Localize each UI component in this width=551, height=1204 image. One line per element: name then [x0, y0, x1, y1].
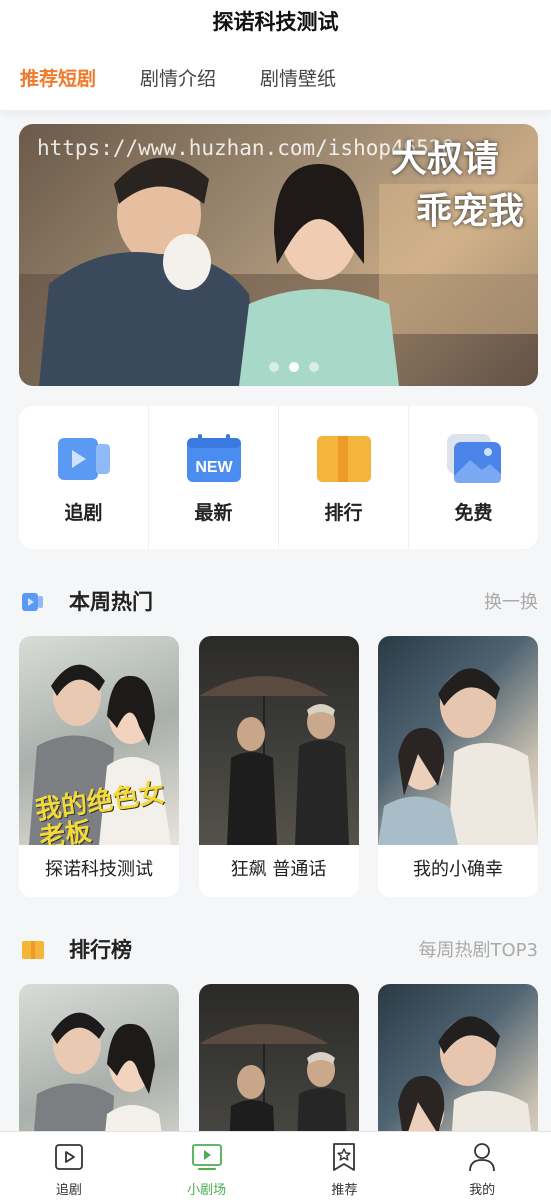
drama-title: 我的小确幸 — [413, 859, 503, 880]
quick-item-label: 最新 — [194, 502, 233, 524]
quick-item-follow[interactable]: 追剧 — [19, 406, 149, 549]
user-icon — [469, 1143, 496, 1172]
drama-card[interactable]: 狂飙 普通话 — [198, 636, 359, 897]
new-badge-text: NEW — [195, 459, 233, 476]
rank-section-header: 排行榜 每周热剧TOP3 — [22, 934, 538, 964]
page-title: 探诺科技测试 — [212, 10, 339, 34]
top-tabs: 推荐短剧 剧情介绍 剧情壁纸 — [20, 64, 380, 91]
drama-card[interactable]: 我的绝色女老板 探诺科技测试 — [19, 636, 179, 897]
refresh-button[interactable]: 换一换 — [484, 588, 538, 614]
calendar-new-icon: NEW — [186, 434, 241, 482]
banner-carousel[interactable]: https://www.huzhan.com/ishop46520 大叔请 乖宠… — [19, 124, 538, 386]
quick-item-label: 排行 — [324, 502, 363, 524]
drama-title: 狂飙 普通话 — [230, 859, 327, 880]
tabbar-label: 追剧 — [55, 1183, 82, 1198]
hot-section-header: 本周热门 换一换 — [22, 586, 538, 616]
tabbar-item-recommend[interactable]: 推荐 — [276, 1132, 414, 1204]
drama-poster — [198, 636, 359, 845]
tab-plot-intro[interactable]: 剧情介绍 — [140, 64, 216, 91]
hot-section-title: 本周热门 — [69, 590, 153, 614]
banner-drama-logo: 大叔请 乖宠我 — [390, 138, 524, 232]
tabbar-item-follow[interactable]: 追剧 — [0, 1132, 138, 1204]
tab-plot-wallpaper[interactable]: 剧情壁纸 — [260, 64, 336, 91]
carousel-dot-active[interactable] — [289, 362, 299, 372]
tabbar-label: 推荐 — [331, 1183, 358, 1198]
carousel-dots — [269, 362, 319, 372]
video-section-icon — [22, 593, 43, 611]
tv-play-icon — [191, 1144, 222, 1170]
quick-item-label: 追剧 — [64, 502, 103, 524]
hot-card-list: 我的绝色女老板 探诺科技测试 狂飙 普通话 我的小确幸 — [19, 636, 538, 897]
quick-menu: 追剧 NEW 最新 排行 免费 — [19, 406, 538, 549]
tabbar-item-mine[interactable]: 我的 — [413, 1132, 551, 1204]
drama-poster: 我的绝色女老板 — [19, 636, 179, 845]
book-rank-icon — [316, 436, 371, 482]
rank-section-title: 排行榜 — [69, 938, 132, 962]
play-square-icon — [54, 1144, 83, 1170]
drama-card[interactable]: 我的小确幸 — [378, 636, 538, 897]
header: 探诺科技测试 推荐短剧 剧情介绍 剧情壁纸 — [0, 0, 551, 110]
bookmark-star-icon — [333, 1143, 356, 1171]
tabbar-label: 我的 — [469, 1183, 496, 1198]
carousel-dot[interactable] — [269, 362, 279, 372]
carousel-dot[interactable] — [309, 362, 319, 372]
weekly-top3-link[interactable]: 每周热剧TOP3 — [419, 936, 538, 962]
bottom-tab-bar: 追剧 小剧场 推荐 我的 — [0, 1131, 551, 1204]
drama-title: 探诺科技测试 — [45, 859, 153, 880]
tabbar-item-theater[interactable]: 小剧场 — [138, 1132, 276, 1204]
video-play-icon — [57, 438, 110, 480]
tabbar-label: 小剧场 — [187, 1183, 227, 1198]
quick-item-latest[interactable]: NEW 最新 — [149, 406, 279, 549]
book-section-icon — [22, 941, 44, 959]
quick-item-label: 免费 — [454, 502, 493, 524]
drama-poster — [378, 636, 538, 845]
tab-recommended-dramas[interactable]: 推荐短剧 — [20, 64, 96, 91]
quick-item-free[interactable]: 免费 — [409, 406, 538, 549]
image-gallery-icon — [446, 434, 501, 483]
quick-item-ranking[interactable]: 排行 — [279, 406, 409, 549]
